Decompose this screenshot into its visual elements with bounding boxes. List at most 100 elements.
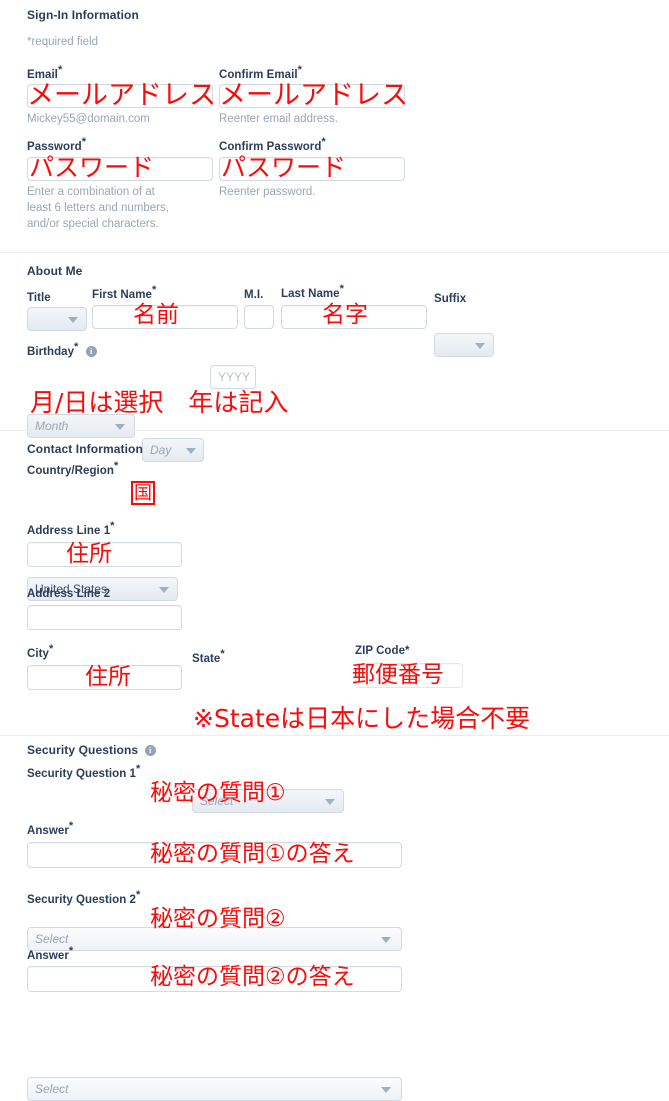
confirm-password-hint: Reenter password. xyxy=(219,186,316,198)
section-title-security-questions-text: Security Questions xyxy=(27,743,139,757)
security-question-2-required-asterisk: * xyxy=(135,889,141,902)
answer-1-input[interactable] xyxy=(27,842,402,868)
chevron-down-icon xyxy=(186,448,196,454)
zip-input[interactable] xyxy=(355,663,463,688)
city-required-asterisk: * xyxy=(48,643,54,656)
last-name-required-asterisk: * xyxy=(339,283,344,296)
last-name-input[interactable] xyxy=(281,305,427,329)
section-title-contact-information: Contact Information xyxy=(27,442,143,456)
security-question-1-required-asterisk: * xyxy=(135,763,141,776)
email-hint: Mickey55@domain.com xyxy=(27,113,150,125)
chevron-down-icon xyxy=(381,937,391,943)
title-label: Title xyxy=(27,292,51,304)
section-title-security-questions: Security Questions xyxy=(27,743,156,757)
confirm-email-input[interactable] xyxy=(219,84,405,108)
divider-contact-information xyxy=(0,430,669,431)
info-icon[interactable] xyxy=(85,346,97,358)
security-question-1-placeholder: Select xyxy=(35,932,69,946)
country-annotation: 国 xyxy=(131,481,155,505)
first-name-input[interactable] xyxy=(92,305,238,329)
confirm-email-label: Confirm Email* xyxy=(219,65,302,81)
birthday-year-placeholder: YYYY xyxy=(218,370,251,384)
suffix-select[interactable] xyxy=(434,333,494,357)
email-input[interactable] xyxy=(27,84,213,108)
security-question-2-label-text: Security Question 2 xyxy=(27,894,136,906)
country-required-asterisk: * xyxy=(113,460,119,473)
answer-1-required-asterisk: * xyxy=(68,820,74,833)
info-icon[interactable] xyxy=(144,745,156,757)
confirm-email-label-text: Confirm Email xyxy=(219,69,298,81)
divider-security-questions xyxy=(0,735,669,736)
confirm-email-required-asterisk: * xyxy=(297,64,302,77)
confirm-password-required-asterisk: * xyxy=(321,136,326,149)
city-label: City* xyxy=(27,644,53,660)
answer-2-label-text: Answer xyxy=(27,950,69,962)
first-name-label-text: First Name xyxy=(92,289,152,301)
suffix-label: Suffix xyxy=(434,293,467,305)
answer-2-input[interactable] xyxy=(27,966,402,992)
first-name-label: First Name* xyxy=(92,285,156,301)
password-label: Password* xyxy=(27,137,86,153)
last-name-label: Last Name* xyxy=(281,284,344,300)
birthday-label-text: Birthday xyxy=(27,346,75,358)
section-title-about-me: About Me xyxy=(27,264,83,278)
country-label-text: Country/Region xyxy=(27,465,114,477)
security-question-1-label: Security Question 1* xyxy=(27,764,140,780)
address2-input[interactable] xyxy=(27,605,182,630)
email-label: Email* xyxy=(27,65,62,81)
security-question-2-placeholder: Select xyxy=(35,1082,69,1096)
password-required-asterisk: * xyxy=(81,136,87,149)
city-input[interactable] xyxy=(27,665,182,690)
state-label-text: State xyxy=(192,653,221,665)
first-name-required-asterisk: * xyxy=(151,284,157,297)
country-label: Country/Region* xyxy=(27,461,118,477)
email-required-asterisk: * xyxy=(57,64,63,77)
state-select[interactable]: Select xyxy=(192,789,344,813)
last-name-label-text: Last Name xyxy=(281,288,340,300)
chevron-down-icon xyxy=(68,317,78,323)
birthday-month-select[interactable]: Month xyxy=(27,414,135,438)
password-hint: Enter a combination of at least 6 letter… xyxy=(27,186,169,230)
middle-initial-label: M.I. xyxy=(244,289,264,301)
birthday-year-input[interactable]: YYYY xyxy=(210,365,256,389)
section-title-signin: Sign-In Information xyxy=(27,8,139,22)
address2-label: Address Line 2 xyxy=(27,588,111,600)
state-required-asterisk: * xyxy=(220,648,225,661)
address1-required-asterisk: * xyxy=(110,520,115,533)
confirm-password-label: Confirm Password* xyxy=(219,137,326,153)
birthday-label: Birthday* xyxy=(27,342,97,358)
state-placeholder: Select xyxy=(200,794,234,808)
chevron-down-icon xyxy=(159,587,169,593)
address1-label: Address Line 1* xyxy=(27,521,115,537)
security-question-2-select[interactable]: Select xyxy=(27,1077,402,1101)
birthday-annotation: 月/日は選択 年は記入 xyxy=(30,388,289,417)
answer-1-label-text: Answer xyxy=(27,825,69,837)
security-question-2-label: Security Question 2* xyxy=(27,890,140,906)
chevron-down-icon xyxy=(325,799,335,805)
required-field-note: *required field xyxy=(27,36,98,48)
state-note-annotation: ※Stateは日本にした場合不要 xyxy=(193,704,531,733)
address1-input[interactable] xyxy=(27,542,182,567)
confirm-email-hint: Reenter email address. xyxy=(219,113,338,125)
address1-label-text: Address Line 1 xyxy=(27,525,111,537)
confirm-password-label-text: Confirm Password xyxy=(219,141,322,153)
email-label-text: Email xyxy=(27,69,58,81)
password-input[interactable] xyxy=(27,157,213,181)
answer-2-required-asterisk: * xyxy=(68,945,74,958)
security-question-1-label-text: Security Question 1 xyxy=(27,768,136,780)
answer-2-label: Answer* xyxy=(27,946,73,962)
confirm-password-input[interactable] xyxy=(219,157,405,181)
state-label: State* xyxy=(192,649,225,665)
answer-1-label: Answer* xyxy=(27,821,73,837)
middle-initial-input[interactable] xyxy=(244,305,274,329)
security-question-1-select[interactable]: Select xyxy=(27,927,402,951)
title-select[interactable] xyxy=(27,307,87,331)
birthday-required-asterisk: * xyxy=(74,341,79,354)
city-label-text: City xyxy=(27,648,49,660)
password-label-text: Password xyxy=(27,141,82,153)
birthday-day-select[interactable]: Day xyxy=(142,438,204,462)
divider-about-me xyxy=(0,252,669,253)
chevron-down-icon xyxy=(381,1087,391,1093)
chevron-down-icon xyxy=(475,343,485,349)
zip-label: ZIP Code* xyxy=(355,645,410,657)
